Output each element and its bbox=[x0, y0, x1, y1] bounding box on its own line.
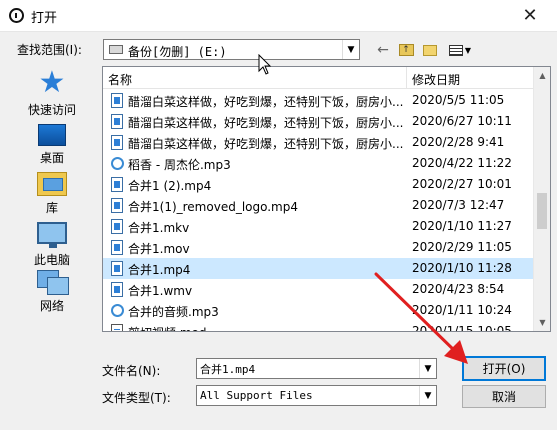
place-library[interactable]: 库 bbox=[15, 172, 89, 216]
chevron-down-icon[interactable]: ▼ bbox=[342, 40, 359, 59]
place-quick-access[interactable]: ★ 快速访问 bbox=[15, 68, 89, 118]
file-row[interactable]: 稻香 - 周杰伦.mp3 2020/4/22 11:22 bbox=[103, 153, 533, 174]
file-name: 稻香 - 周杰伦.mp3 bbox=[128, 158, 231, 172]
lookin-value: 备份[勿删] (E:) bbox=[128, 45, 227, 59]
file-row[interactable]: 醋溜白菜这样做，好吃到爆，还特别下饭，厨房小... 2020/6/27 10:11 bbox=[103, 111, 533, 132]
file-row[interactable]: 醋溜白菜这样做，好吃到爆，还特别下饭，厨房小... 2020/2/28 9:41 bbox=[103, 132, 533, 153]
file-date: 2020/2/27 10:01 bbox=[412, 177, 512, 191]
new-folder-icon bbox=[423, 44, 437, 56]
file-date: 2020/7/3 12:47 bbox=[412, 198, 505, 212]
file-date: 2020/4/22 11:22 bbox=[412, 156, 512, 170]
column-divider[interactable] bbox=[406, 67, 407, 89]
view-menu-button[interactable]: ▼ bbox=[446, 40, 474, 60]
audio-file-icon bbox=[111, 157, 124, 170]
library-icon bbox=[37, 172, 67, 196]
video-file-icon bbox=[111, 93, 123, 108]
column-header-date[interactable]: 修改日期 bbox=[412, 71, 460, 88]
chevron-down-icon: ▼ bbox=[464, 45, 472, 55]
cancel-button[interactable]: 取消 bbox=[462, 385, 546, 408]
audio-file-icon bbox=[111, 304, 124, 317]
computer-icon bbox=[37, 222, 67, 248]
file-list[interactable]: 名称 修改日期 醋溜白菜这样做，好吃到爆，还特别下饭，厨房小... 2020/5/… bbox=[102, 66, 551, 332]
file-name: 合并的音频.mp3 bbox=[128, 305, 219, 319]
new-folder-button[interactable] bbox=[420, 40, 440, 60]
file-row[interactable]: 醋溜白菜这样做，好吃到爆，还特别下饭，厨房小... 2020/5/5 11:05 bbox=[103, 90, 533, 111]
filetype-dropdown[interactable]: All Support Files ▼ bbox=[196, 385, 437, 406]
vertical-scrollbar[interactable]: ▲ ▼ bbox=[533, 67, 550, 331]
document-file-icon bbox=[111, 324, 123, 331]
chevron-down-icon[interactable]: ▼ bbox=[419, 386, 436, 405]
place-label: 快速访问 bbox=[27, 103, 76, 117]
file-name: 醋溜白菜这样做，好吃到爆，还特别下饭，厨房小... bbox=[128, 137, 404, 151]
place-network[interactable]: 网络 bbox=[15, 270, 89, 314]
close-button[interactable]: ✕ bbox=[503, 0, 557, 30]
file-name: 合并1 (2).mp4 bbox=[128, 179, 212, 193]
file-date: 2020/6/27 10:11 bbox=[412, 114, 512, 128]
file-date: 2020/2/28 9:41 bbox=[412, 135, 505, 149]
video-file-icon bbox=[111, 282, 123, 297]
back-arrow-icon: ← bbox=[377, 42, 389, 58]
video-file-icon bbox=[111, 219, 123, 234]
scroll-down-icon[interactable]: ▼ bbox=[534, 314, 550, 331]
place-label: 桌面 bbox=[39, 151, 64, 165]
app-icon bbox=[9, 8, 24, 23]
file-row[interactable]: 合并1 (2).mp4 2020/2/27 10:01 bbox=[103, 174, 533, 195]
places-bar: ★ 快速访问 桌面 库 此电脑 网络 bbox=[15, 64, 89, 326]
file-name: 合并1.mkv bbox=[128, 221, 190, 235]
view-list-icon bbox=[448, 44, 463, 56]
file-name: 合并1(1)_removed_logo.mp4 bbox=[128, 200, 298, 214]
up-folder-icon: ↑ bbox=[398, 44, 414, 56]
place-this-pc[interactable]: 此电脑 bbox=[15, 222, 89, 268]
annotation-arrow-icon bbox=[374, 272, 468, 364]
file-name: 醋溜白菜这样做，好吃到爆，还特别下饭，厨房小... bbox=[128, 116, 404, 130]
scroll-up-icon[interactable]: ▲ bbox=[534, 67, 550, 84]
video-file-icon bbox=[111, 261, 123, 276]
title-bar: 打开 ✕ bbox=[0, 0, 557, 31]
back-button[interactable]: ← bbox=[375, 40, 391, 60]
file-name: 醋溜白菜这样做，好吃到爆，还特别下饭，厨房小... bbox=[128, 95, 404, 109]
scroll-thumb[interactable] bbox=[537, 193, 547, 229]
network-icon bbox=[37, 270, 69, 295]
file-date: 2020/1/10 11:27 bbox=[412, 219, 512, 233]
file-date: 2020/2/29 11:05 bbox=[412, 240, 512, 254]
window-title: 打开 bbox=[31, 11, 58, 26]
file-row[interactable]: 合并1.mov 2020/2/29 11:05 bbox=[103, 237, 533, 258]
file-date: 2020/5/5 11:05 bbox=[412, 93, 505, 107]
place-label: 网络 bbox=[39, 299, 64, 313]
place-label: 此电脑 bbox=[33, 253, 70, 267]
column-header-row: 名称 修改日期 bbox=[103, 67, 533, 89]
place-label: 库 bbox=[45, 201, 58, 215]
mouse-cursor-icon bbox=[258, 54, 272, 75]
desktop-icon bbox=[38, 124, 66, 146]
video-file-icon bbox=[111, 240, 123, 255]
file-name: 合并1.mov bbox=[128, 242, 190, 256]
filetype-label: 文件类型(T): bbox=[102, 391, 171, 405]
video-file-icon bbox=[111, 135, 123, 150]
lookin-label: 查找范围(I): bbox=[17, 43, 82, 57]
filename-label: 文件名(N): bbox=[102, 364, 161, 378]
file-name: 合并1.mp4 bbox=[128, 263, 191, 277]
star-icon: ★ bbox=[38, 65, 66, 100]
column-header-name[interactable]: 名称 bbox=[108, 71, 132, 88]
file-row[interactable]: 合并1.mkv 2020/1/10 11:27 bbox=[103, 216, 533, 237]
video-file-icon bbox=[111, 114, 123, 129]
video-file-icon bbox=[111, 198, 123, 213]
drive-icon bbox=[109, 45, 123, 54]
up-folder-button[interactable]: ↑ bbox=[397, 40, 415, 60]
video-file-icon bbox=[111, 177, 123, 192]
file-name: 剪切视频.mod bbox=[128, 324, 404, 331]
lookin-dropdown[interactable]: 备份[勿删] (E:) ▼ bbox=[103, 39, 360, 60]
file-name: 合并1.wmv bbox=[128, 284, 193, 298]
place-desktop[interactable]: 桌面 bbox=[15, 124, 89, 166]
filetype-value: All Support Files bbox=[200, 389, 313, 402]
file-row[interactable]: 合并1(1)_removed_logo.mp4 2020/7/3 12:47 bbox=[103, 195, 533, 216]
